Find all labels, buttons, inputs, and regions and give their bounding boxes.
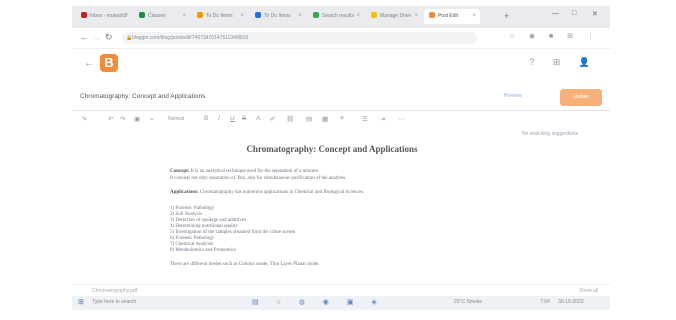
list-item: 7) Chemical Analysis bbox=[170, 242, 214, 247]
tab-close-icon[interactable]: × bbox=[182, 9, 186, 24]
close-icon[interactable]: ✕ bbox=[592, 10, 598, 18]
tab-favicon-icon bbox=[313, 12, 319, 18]
underline-icon[interactable]: U bbox=[230, 115, 235, 122]
image-icon[interactable]: ▤ bbox=[306, 115, 312, 123]
video-icon[interactable]: ▦ bbox=[322, 115, 328, 123]
concept-text: It is an analytical technique used for t… bbox=[190, 169, 320, 174]
link-icon[interactable]: ⌁ bbox=[150, 115, 154, 123]
minimize-icon[interactable]: — bbox=[552, 10, 559, 17]
list-item: 4) Determining nutritional quality bbox=[170, 224, 238, 229]
italic-icon[interactable]: I bbox=[218, 115, 220, 122]
tab-close-icon[interactable]: × bbox=[298, 9, 302, 24]
tab-favicon-icon bbox=[139, 12, 145, 18]
windows-start-icon[interactable]: ⊞ bbox=[78, 298, 84, 306]
list-item: 8) Metabolomics and Proteomics bbox=[170, 248, 237, 253]
tab-favicon-icon bbox=[429, 12, 435, 18]
reload-icon[interactable]: ↻ bbox=[105, 32, 113, 43]
list-item: 1) Forensic Pathology bbox=[170, 206, 215, 211]
tab-close-icon[interactable]: × bbox=[240, 9, 244, 24]
browser-tab[interactable]: Classes × bbox=[134, 9, 190, 24]
font-select[interactable]: Normal bbox=[168, 116, 184, 122]
address-bar: ← → ↻ 🔒 blogger.com/blog/post/edit/74673… bbox=[72, 28, 610, 49]
browser-tab[interactable]: Manage Drive × bbox=[366, 9, 422, 24]
strikethrough-icon[interactable]: S bbox=[242, 115, 246, 122]
blogger-header: ← B ? ⊞ 👤 bbox=[72, 49, 610, 79]
pencil-icon[interactable]: ✎ bbox=[82, 115, 87, 123]
preview-button[interactable]: Preview bbox=[504, 93, 522, 99]
maximize-icon[interactable]: □ bbox=[572, 10, 576, 17]
document-body[interactable]: Chromatography: Concept and Applications… bbox=[162, 134, 502, 284]
url-text: blogger.com/blog/post/edit/7467347014751… bbox=[132, 35, 249, 41]
concept-line-2: It consists not only separation of. But,… bbox=[170, 176, 347, 181]
taskbar-search-input[interactable]: Type here to search bbox=[92, 299, 136, 305]
weather-label[interactable]: 25°C Smoke bbox=[454, 299, 482, 305]
tab-label: Inbox - mukesh2 bbox=[90, 13, 127, 19]
taskbar-app-icons[interactable]: ▤ ○ ◍ ◉ ▣ ◈ bbox=[252, 298, 385, 306]
text-color-icon[interactable]: A bbox=[256, 115, 260, 122]
applications-line: Applications: Chromatography has numerou… bbox=[170, 190, 364, 195]
undo-icon[interactable]: ↶ bbox=[108, 115, 113, 123]
tab-label: Manage Drive bbox=[380, 13, 412, 19]
more-icon[interactable]: ⋯ bbox=[398, 115, 405, 123]
concept-label: Concept: bbox=[170, 169, 190, 174]
tab-label: Classes bbox=[148, 13, 166, 19]
bold-icon[interactable]: B bbox=[204, 115, 208, 122]
redo-icon[interactable]: ↷ bbox=[120, 115, 125, 123]
doc-heading: Chromatography: Concept and Applications bbox=[246, 144, 418, 154]
tab-favicon-icon bbox=[255, 12, 261, 18]
editor-toolbar: ✎ ↶ ↷ ▣ ⌁ Normal B I U S A ✐ ⛓ ▤ ▦ ≡ ☰ ⇥… bbox=[72, 111, 610, 129]
tab-label: Post Edit bbox=[438, 13, 459, 19]
link-insert-icon[interactable]: ⛓ bbox=[286, 115, 294, 123]
list-icon[interactable]: ☰ bbox=[362, 115, 368, 123]
suggestions-label: No matching suggestions bbox=[522, 131, 579, 137]
list-item: 2) Soil Analysis bbox=[170, 212, 202, 217]
tab-favicon-icon bbox=[371, 12, 377, 18]
list-item: 5) Investigation of the samples obtained… bbox=[170, 230, 296, 235]
save-icon[interactable]: ▣ bbox=[134, 115, 140, 123]
applications-text: Chromatography has numerous applications… bbox=[199, 190, 365, 195]
publish-label: Update bbox=[572, 94, 590, 100]
concept-line: Concept: It is an analytical technique u… bbox=[170, 169, 319, 174]
download-item[interactable]: Chromatography.pdf bbox=[92, 288, 137, 294]
extension-icons[interactable]: ☆ ◉ ■ ⊞ ⋮ bbox=[509, 32, 600, 40]
title-row: Chromatography: Concept and Applications… bbox=[72, 88, 610, 111]
back-icon[interactable]: ← bbox=[80, 32, 89, 42]
post-title-input[interactable]: Chromatography: Concept and Applications bbox=[80, 93, 205, 100]
forward-icon[interactable]: → bbox=[92, 32, 101, 42]
tab-strip: Inbox - mukesh2 × Classes × To Do Items × To D… bbox=[72, 6, 610, 28]
align-icon[interactable]: ≡ bbox=[340, 115, 344, 122]
browser-tab[interactable]: Post Edit × bbox=[424, 9, 480, 24]
browser-tab[interactable]: Inbox - mukesh2 × bbox=[76, 9, 132, 24]
tab-close-icon[interactable]: × bbox=[124, 9, 128, 24]
back-arrow-icon[interactable]: ← bbox=[84, 58, 94, 69]
publish-button[interactable]: Update bbox=[560, 89, 602, 106]
indent-icon[interactable]: ⇥ bbox=[380, 115, 385, 123]
blogger-logo[interactable]: B bbox=[100, 54, 118, 72]
tab-favicon-icon bbox=[81, 12, 87, 18]
list-item: 3) Detection of spoilage and additives bbox=[170, 218, 246, 223]
browser-window: Inbox - mukesh2 × Classes × To Do Items × To D… bbox=[72, 6, 610, 310]
footer-line: There are different modes such as Column… bbox=[170, 262, 320, 267]
browser-tab[interactable]: To Do Items × bbox=[250, 9, 306, 24]
taskbar: ⊞ Type here to search ▤ ○ ◍ ◉ ▣ ◈ 25°C S… bbox=[72, 296, 610, 310]
plus-icon[interactable]: + bbox=[504, 11, 509, 21]
browser-tab[interactable]: Search results × bbox=[308, 9, 364, 24]
clock-time: 7:04 bbox=[540, 299, 550, 305]
tab-close-icon[interactable]: × bbox=[414, 9, 418, 24]
browser-tab[interactable]: To Do Items × bbox=[192, 9, 248, 24]
show-all-button[interactable]: Show all bbox=[579, 288, 598, 294]
list-item: 6) Forensic Pathology bbox=[170, 236, 215, 241]
header-actions[interactable]: ? ⊞ 👤 bbox=[529, 57, 598, 68]
tab-label: To Do Items bbox=[264, 13, 291, 19]
applications-label: Applications: bbox=[170, 190, 199, 195]
tab-close-icon[interactable]: × bbox=[356, 9, 360, 24]
lock-icon: 🔒 bbox=[126, 35, 133, 41]
highlight-icon[interactable]: ✐ bbox=[270, 115, 275, 123]
tab-favicon-icon bbox=[197, 12, 203, 18]
url-input[interactable]: 🔒 blogger.com/blog/post/edit/74673470147… bbox=[122, 32, 477, 44]
tab-label: Search results bbox=[322, 13, 354, 19]
tab-label: To Do Items bbox=[206, 13, 233, 19]
tab-close-icon[interactable]: × bbox=[472, 9, 476, 24]
clock-date: 30-10-2023 bbox=[558, 299, 584, 305]
